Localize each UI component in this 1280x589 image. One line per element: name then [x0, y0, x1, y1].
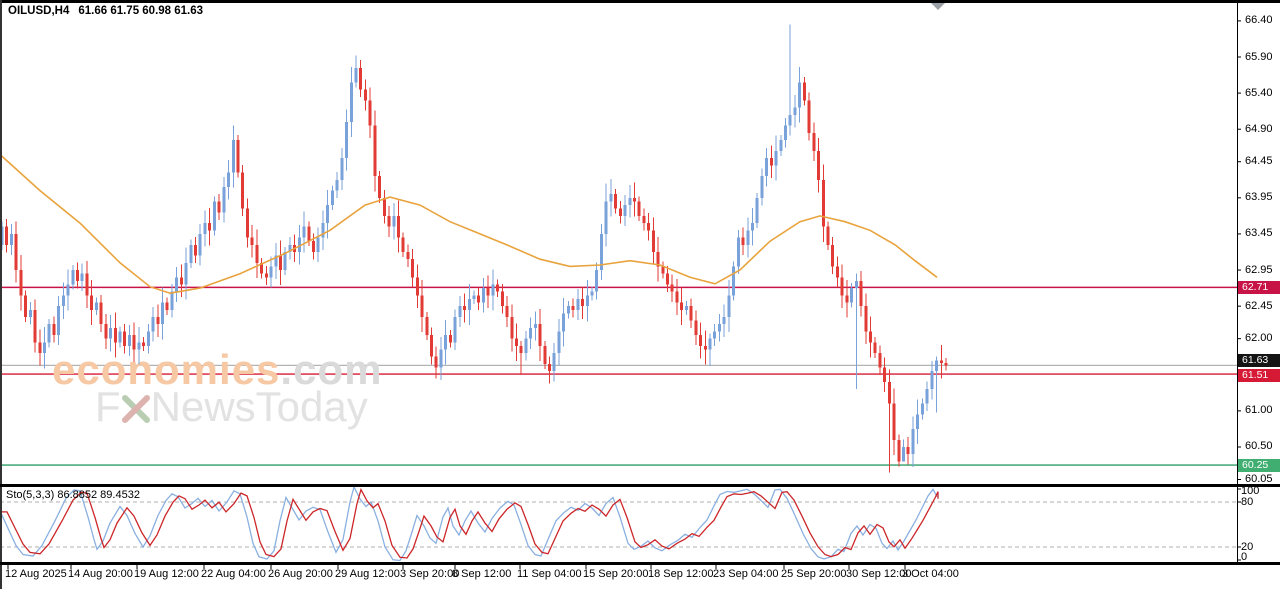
time-tick-label: 3 Sep 20:00 [400, 568, 460, 580]
stoch-level-label: 80 [1241, 495, 1254, 508]
time-tick-label: 22 Aug 04:00 [201, 568, 266, 580]
price-tag: 61.63 [1238, 353, 1280, 367]
time-tick-label: 8 Sep 12:00 [452, 568, 512, 580]
time-tick-label: 11 Sep 04:00 [517, 568, 582, 580]
time-tick-label: 25 Sep 20:00 [781, 568, 847, 580]
time-tick-label: 18 Sep 12:00 [648, 568, 714, 580]
stochastic-indicator-label: Sto(5,3,3) 86.8852 89.4532 [6, 489, 140, 501]
price-tick-label: 64.90 [1245, 122, 1273, 135]
price-tick-label: 61.00 [1245, 404, 1273, 417]
chart-title: OILUSD,H4 61.66 61.75 60.98 61.63 [8, 5, 203, 17]
price-tick-label: 62.00 [1245, 332, 1273, 345]
symbol-timeframe: OILUSD,H4 [8, 5, 70, 17]
time-tick-label: 15 Sep 20:00 [583, 568, 649, 580]
price-tick-label: 63.95 [1245, 191, 1273, 204]
time-tick-label: 3 Oct 04:00 [902, 568, 959, 580]
price-tag: 61.51 [1238, 368, 1280, 382]
price-tick-label: 65.40 [1245, 86, 1273, 99]
price-tick-label: 62.95 [1245, 263, 1273, 276]
time-tick-label: 26 Aug 20:00 [268, 568, 333, 580]
time-tick-label: 12 Aug 2025 [5, 568, 67, 580]
price-tick-label: 60.50 [1245, 440, 1273, 453]
price-tick-label: 65.90 [1245, 50, 1273, 63]
ohlc-values: 61.66 61.75 60.98 61.63 [78, 5, 204, 17]
price-tick-label: 62.45 [1245, 299, 1273, 312]
time-tick-label: 19 Aug 12:00 [134, 568, 199, 580]
panel-separator[interactable] [0, 484, 1280, 487]
price-tag: 62.71 [1238, 280, 1280, 294]
trading-chart-window: economies.com F NewsToday OILUSD,H4 61.66 … [0, 0, 1280, 589]
stochastic-panel-canvas[interactable] [0, 487, 1237, 562]
time-tick-label: 14 Aug 20:00 [68, 568, 133, 580]
top-border [0, 0, 1280, 3]
left-border [0, 0, 2, 589]
time-axis[interactable]: 12 Aug 2025 14 Aug 20:00 19 Aug 12:00 22 Au… [0, 565, 1280, 589]
price-axis[interactable]: 62.71 61.63 61.51 60.25 66.40 65.90 65.40 64.90… [1238, 0, 1280, 563]
time-tick-label: 29 Aug 12:00 [335, 568, 400, 580]
stoch-level-label: 0 [1241, 551, 1248, 563]
main-chart-canvas[interactable] [0, 2, 1237, 484]
price-tick-label: 66.40 [1245, 14, 1273, 27]
price-tick-label: 63.45 [1245, 227, 1273, 240]
price-tag: 60.25 [1238, 458, 1280, 472]
time-tick-label: 23 Sep 04:00 [713, 568, 779, 580]
price-tick-label: 64.45 [1245, 155, 1273, 168]
